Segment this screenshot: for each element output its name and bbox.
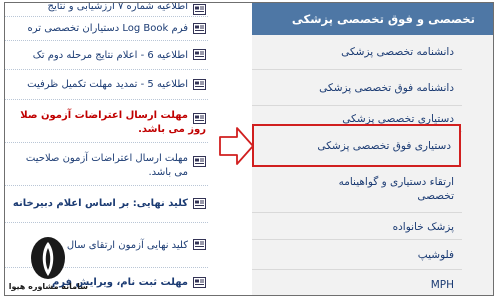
menu-item-mph[interactable]: MPH [252, 270, 462, 295]
news-item[interactable]: اطلاعیه شماره ۷ ارزشیابی و نتایج [5, 3, 208, 17]
news-title: اطلاعیه 5 - تمدید مهلت تکمیل ظرفیت [27, 79, 188, 90]
news-title: کلید نهایی: بر اساس اعلام دبیرخانه [12, 198, 188, 209]
news-title: فرم Log Book دستیاران تخصصی تره [27, 23, 188, 34]
news-item[interactable]: کلید نهایی: بر اساس اعلام دبیرخانه [5, 186, 208, 223]
news-title: مهلت ارسال اعتراضات آزمون صلا [20, 110, 188, 121]
news-title: اطلاعیه 6 - اعلام نتایج مرحله دوم تک [32, 50, 188, 61]
menu-item-label: دستیاری فوق تخصصی پزشکی [317, 140, 451, 152]
news-title-line2: می باشد. [148, 167, 188, 178]
newspaper-icon [193, 277, 206, 288]
menu-item-label: دانشنامه فوق تخصصی پزشکی [319, 82, 454, 94]
news-item[interactable]: مهلت ارسال اعتراضات آزمون صلاحیت می باشد… [5, 143, 208, 186]
newspaper-icon [193, 3, 206, 15]
watermark-logo: سامانه مشاوره هیوا [8, 236, 88, 296]
menu-item-label: فلوشیپ [417, 249, 454, 261]
news-title-line2: روز می باشد. [138, 124, 206, 135]
news-item[interactable]: اطلاعیه 5 - تمدید مهلت تکمیل ظرفیت [5, 70, 208, 100]
menu-header: تخصصی و فوق تخصصی پزشکی [252, 3, 493, 35]
newspaper-icon [193, 22, 206, 34]
news-item[interactable]: اطلاعیه 6 - اعلام نتایج مرحله دوم تک [5, 41, 208, 70]
menu-item-label: ارتقاء دستیاری و گواهینامه [338, 176, 454, 188]
newspaper-icon [193, 156, 206, 167]
logo-text: سامانه مشاوره هیوا [8, 282, 88, 291]
news-item[interactable]: فرم Log Book دستیاران تخصصی تره [5, 17, 208, 41]
menu-item-label: MPH [430, 279, 454, 291]
menu-item-family-physician[interactable]: پزشک خانواده [252, 213, 462, 240]
newspaper-icon [193, 239, 206, 250]
newspaper-icon [193, 49, 206, 60]
newspaper-icon [193, 198, 206, 209]
right-arrow-icon [219, 127, 254, 165]
menu-item-label: دانشنامه تخصصی پزشکی [341, 46, 454, 58]
menu-item-fellowship[interactable]: فلوشیپ [252, 240, 462, 270]
menu-item-subspecialty-residency[interactable]: دستیاری فوق تخصصی پزشکی [252, 124, 461, 167]
menu-item-residency-promotion[interactable]: ارتقاء دستیاری و گواهینامه تخصصی [252, 167, 462, 213]
newspaper-icon [193, 78, 206, 90]
menu-item-specialty-certificate[interactable]: دانشنامه تخصصی پزشکی [252, 35, 462, 70]
news-title: مهلت ارسال اعتراضات آزمون صلاحیت [25, 153, 188, 164]
logo-emblem-icon [31, 237, 65, 279]
menu-item-label-line2: تخصصی [417, 190, 454, 202]
menu-item-subspecialty-certificate[interactable]: دانشنامه فوق تخصصی پزشکی [252, 70, 462, 106]
menu-item-label: پزشک خانواده [392, 221, 454, 233]
news-item-alert[interactable]: مهلت ارسال اعتراضات آزمون صلا روز می باش… [5, 100, 208, 143]
specialty-menu: تخصصی و فوق تخصصی پزشکی دانشنامه تخصصی پ… [252, 3, 493, 295]
news-title: اطلاعیه شماره ۷ ارزشیابی و نتایج [47, 3, 188, 12]
